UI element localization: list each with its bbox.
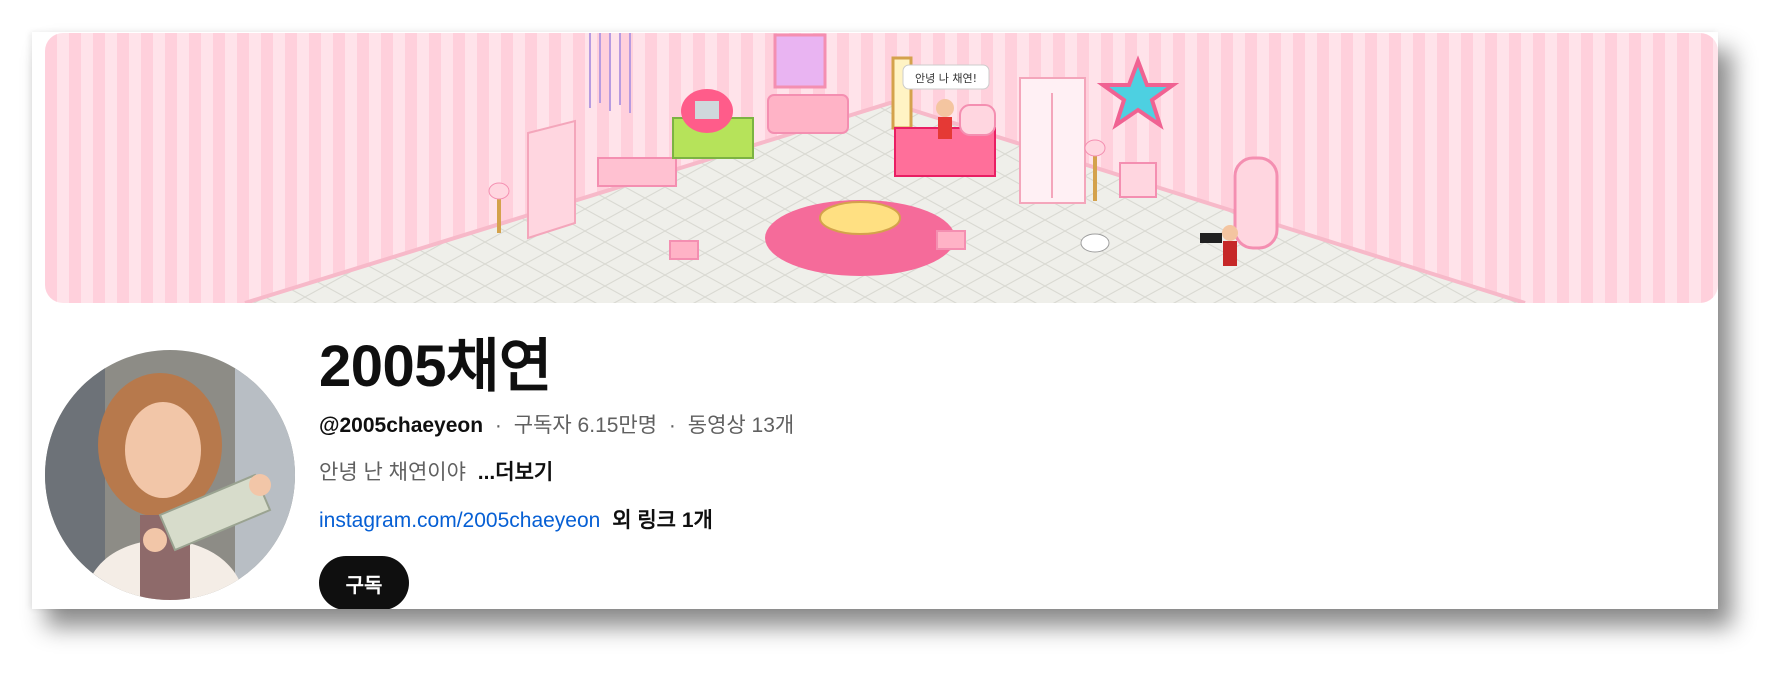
video-count: 동영상 13개 [687,414,795,437]
channel-description[interactable]: 안녕 난 채연이야 ...더보기 [319,458,553,488]
channel-header-card: 안녕 나 채연! 2005채연 @2005chaeyeon · 구독자 6.15… [32,32,1718,609]
channel-banner: 안녕 나 채연! [45,33,1718,303]
meta-separator: · [494,414,502,437]
more-links-button[interactable]: 외 링크 1개 [612,509,713,532]
channel-links: instagram.com/2005chaeyeon 외 링크 1개 [319,506,713,536]
channel-meta: @2005chaeyeon · 구독자 6.15만명 · 동영상 13개 [319,411,794,441]
more-button[interactable]: ...더보기 [478,461,553,484]
banner-speech-bubble: 안녕 나 채연! [915,72,977,85]
subscribe-button[interactable]: 구독 [319,556,409,609]
meta-separator: · [668,414,676,437]
subscriber-count: 구독자 6.15만명 [513,414,658,437]
description-text: 안녕 난 채연이야 [319,461,466,484]
channel-handle: @2005chaeyeon [319,414,484,437]
instagram-link[interactable]: instagram.com/2005chaeyeon [319,509,600,532]
channel-title: 2005채연 [319,334,552,399]
channel-avatar[interactable] [45,350,295,600]
